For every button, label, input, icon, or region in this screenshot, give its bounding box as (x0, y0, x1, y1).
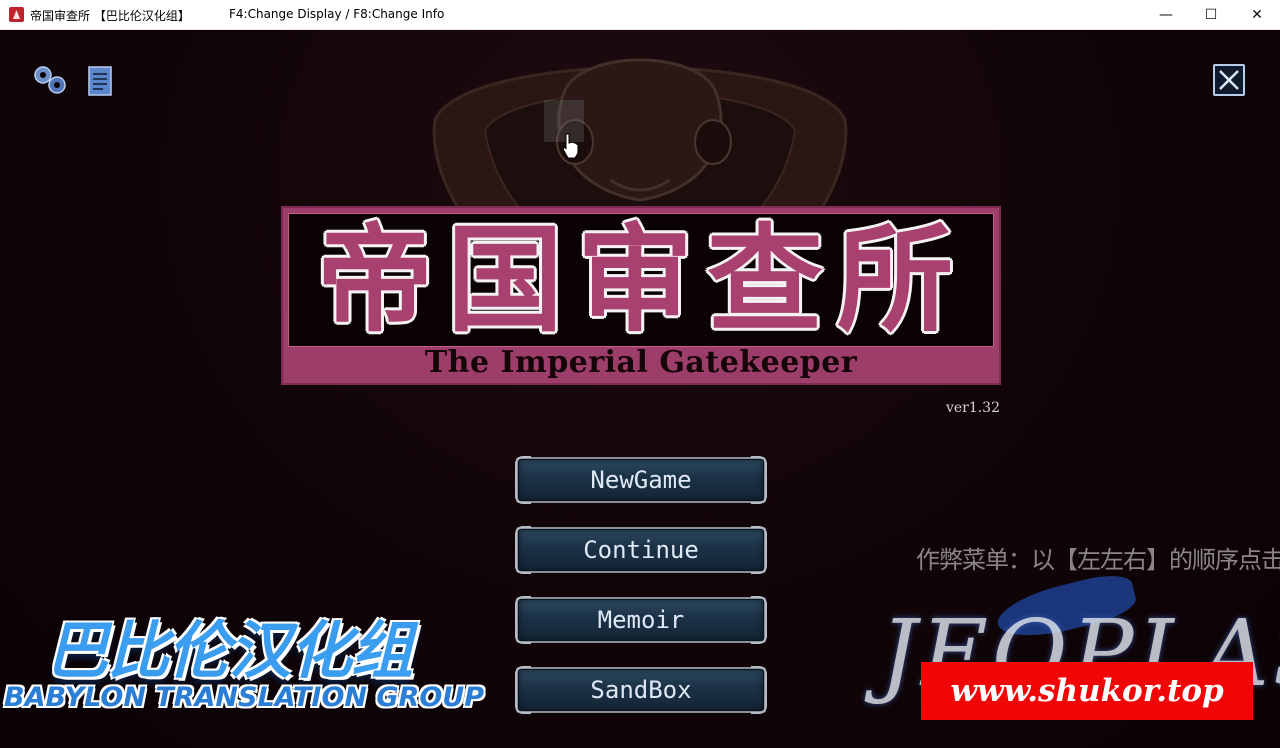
site-watermark: www.shukor.top (921, 662, 1253, 720)
window-key-hint: F4:Change Display / F8:Change Info (229, 7, 445, 21)
window-close-button[interactable]: ✕ (1234, 0, 1280, 30)
memoir-button[interactable]: Memoir (515, 596, 767, 644)
translation-group-logo-en: BABYLON TRANSLATION GROUP (4, 682, 485, 713)
close-x-icon (1219, 70, 1239, 90)
sandbox-button[interactable]: SandBox (515, 666, 767, 714)
cheat-menu-hint: 作弊菜单：以【左左右】的顺序点击眼镜蛇的眼睛 (916, 546, 1280, 574)
minimize-button[interactable]: — (1143, 0, 1189, 30)
logo-title-panel: 帝国审查所 (288, 213, 994, 347)
settings-gears-icon[interactable] (32, 64, 68, 96)
window-title: 帝国审查所 【巴比伦汉化组】 (30, 9, 190, 23)
close-game-button[interactable] (1213, 64, 1245, 96)
notes-document-icon[interactable] (88, 66, 112, 96)
game-title-english: The Imperial Gatekeeper (424, 345, 858, 380)
new-game-button[interactable]: NewGame (515, 456, 767, 504)
cobra-right-eye (694, 119, 732, 165)
hand-cursor-icon (562, 133, 579, 159)
window-titlebar: 帝国审查所 【巴比伦汉化组】 F4:Change Display / F8:Ch… (0, 0, 1280, 30)
continue-button[interactable]: Continue (515, 526, 767, 574)
translation-group-logo-cn: 巴比伦汉化组 (46, 614, 413, 687)
maximize-button[interactable]: ☐ (1188, 0, 1234, 30)
game-title-screen: 帝国审查所 The Imperial Gatekeeper ver1.32 Ne… (0, 30, 1280, 748)
app-icon (9, 7, 24, 22)
game-logo: 帝国审查所 The Imperial Gatekeeper (281, 206, 1001, 385)
version-label: ver1.32 (945, 400, 1000, 416)
game-title-cjk: 帝国审查所 (317, 213, 967, 348)
